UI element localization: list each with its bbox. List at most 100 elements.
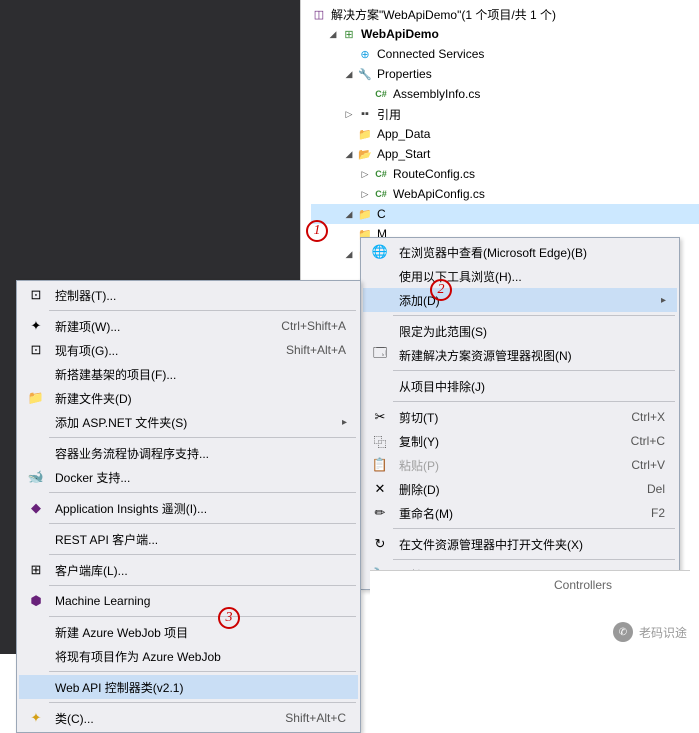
menu-view-in-browser[interactable]: 🌐 在浏览器中查看(Microsoft Edge)(B) [363,240,677,264]
connected-services-node[interactable]: ⊕ Connected Services [311,44,699,64]
menu-docker-support[interactable]: 🐋 Docker 支持... [19,465,358,489]
menu-separator [49,523,356,524]
watermark: ✆ 老码识途 [613,622,687,642]
menu-delete[interactable]: ✕ 删除(D) Del [363,477,677,501]
solution-node[interactable]: ◫ 解决方案"WebApiDemo"(1 个项目/共 1 个) [311,4,699,24]
menu-cut[interactable]: ✂ 剪切(T) Ctrl+X [363,405,677,429]
menu-separator [49,437,356,438]
references-node[interactable]: ▷ ▪▪ 引用 [311,104,699,124]
watermark-text: 老码识途 [639,624,687,641]
menu-separator [393,315,675,316]
menu-rest-api[interactable]: REST API 客户端... [19,527,358,551]
menu-rename[interactable]: ✏ 重命名(M) F2 [363,501,677,525]
webapiconfig-node[interactable]: ▷ C# WebApiConfig.cs [311,184,699,204]
folder-icon: 📁 [357,206,373,222]
context-menu-main: 🌐 在浏览器中查看(Microsoft Edge)(B) 使用以下工具浏览(H)… [360,237,680,590]
folder-icon: 📂 [357,146,373,162]
existing-item-icon: ⊡ [23,342,49,358]
properties-node[interactable]: ◢ 🔧 Properties [311,64,699,84]
menu-app-insights[interactable]: ◆ Application Insights 遥测(I)... [19,496,358,520]
expander-icon[interactable]: ◢ [343,68,355,80]
new-view-icon: 🗔 [367,344,393,366]
menu-exclude[interactable]: 从项目中排除(J) [363,374,677,398]
menu-separator [49,492,356,493]
menu-browse-with[interactable]: 使用以下工具浏览(H)... [363,264,677,288]
routeconfig-node[interactable]: ▷ C# RouteConfig.cs [311,164,699,184]
properties-panel: Controllers [370,570,690,599]
solution-tree: ◫ 解决方案"WebApiDemo"(1 个项目/共 1 个) ◢ ⊞ WebA… [301,0,699,264]
menu-scaffold[interactable]: 新搭建基架的项目(F)... [19,362,358,386]
menu-separator [49,671,356,672]
rename-icon: ✏ [367,505,393,521]
expander-spacer [359,88,371,100]
insights-icon: ◆ [23,500,49,516]
menu-separator [393,528,675,529]
folder-icon: 📁 [357,126,373,142]
cs-file-icon: C# [373,186,389,202]
submenu-arrow-icon: ▸ [661,295,673,306]
property-row[interactable]: Controllers [374,575,686,595]
controllers-label: C [377,207,386,221]
menu-new-item[interactable]: ✦ 新建项(W)... Ctrl+Shift+A [19,314,358,338]
menu-separator [49,702,356,703]
menu-existing-item[interactable]: ⊡ 现有项(G)... Shift+Alt+A [19,338,358,362]
expander-icon[interactable]: ▷ [343,108,355,120]
references-icon: ▪▪ [357,106,373,122]
copy-icon: ⿻ [367,432,393,451]
menu-new-azure-webjob[interactable]: 新建 Azure WebJob 项目 [19,620,358,644]
menu-new-solution-view[interactable]: 🗔 新建解决方案资源管理器视图(N) [363,343,677,367]
expander-icon[interactable]: ◢ [343,248,355,260]
assemblyinfo-label: AssemblyInfo.cs [393,87,480,101]
menu-scope-to-this[interactable]: 限定为此范围(S) [363,319,677,343]
client-lib-icon: ⊞ [23,562,49,578]
assemblyinfo-node[interactable]: C# AssemblyInfo.cs [311,84,699,104]
webapiconfig-label: WebApiConfig.cs [393,187,485,201]
property-value: Controllers [554,578,612,592]
add-submenu: ⊡ 控制器(T)... ✦ 新建项(W)... Ctrl+Shift+A ⊡ 现… [16,280,361,733]
ml-icon: ⬢ [23,593,49,609]
docker-icon: 🐋 [23,469,49,485]
menu-client-library[interactable]: ⊞ 客户端库(L)... [19,558,358,582]
expander-icon[interactable]: ◢ [327,28,339,40]
paste-icon: 📋 [367,457,393,473]
class-icon: ✦ [23,710,49,726]
menu-copy[interactable]: ⿻ 复制(Y) Ctrl+C [363,429,677,453]
menu-controller[interactable]: ⊡ 控制器(T)... [19,283,358,307]
expander-icon[interactable]: ▷ [359,168,371,180]
menu-open-in-explorer[interactable]: ↻ 在文件资源管理器中打开文件夹(X) [363,532,677,556]
connected-services-icon: ⊕ [357,46,373,62]
menu-aspnet-folder[interactable]: 添加 ASP.NET 文件夹(S) ▸ [19,410,358,434]
menu-separator [49,554,356,555]
csharp-project-icon: ⊞ [341,26,357,42]
menu-separator [393,401,675,402]
references-label: 引用 [377,106,401,123]
project-node[interactable]: ◢ ⊞ WebApiDemo [311,24,699,44]
menu-paste: 📋 粘贴(P) Ctrl+V [363,453,677,477]
routeconfig-label: RouteConfig.cs [393,167,475,181]
new-item-icon: ✦ [23,318,49,334]
controller-icon: ⊡ [23,287,49,303]
menu-container-support[interactable]: 容器业务流程协调程序支持... [19,441,358,465]
solution-title: 解决方案"WebApiDemo"(1 个项目/共 1 个) [331,6,556,23]
menu-new-folder[interactable]: 📁 新建文件夹(D) [19,386,358,410]
project-name: WebApiDemo [361,27,439,41]
cs-file-icon: C# [373,86,389,102]
expander-icon[interactable]: ◢ [343,148,355,160]
new-folder-icon: 📁 [23,390,49,406]
controllers-node[interactable]: ◢ 📁 C [311,204,699,224]
expander-icon[interactable]: ◢ [343,208,355,220]
appstart-node[interactable]: ◢ 📂 App_Start [311,144,699,164]
connected-services-label: Connected Services [377,47,484,61]
cs-file-icon: C# [373,166,389,182]
menu-machine-learning[interactable]: ⬢ Machine Learning [19,589,358,613]
menu-class[interactable]: ✦ 类(C)... Shift+Alt+C [19,706,358,730]
expander-spacer [343,228,355,240]
menu-existing-azure-webjob[interactable]: 将现有项目作为 Azure WebJob [19,644,358,668]
appdata-node[interactable]: 📁 App_Data [311,124,699,144]
menu-web-api-controller-class[interactable]: Web API 控制器类(v2.1) [19,675,358,699]
expander-spacer [343,48,355,60]
appstart-label: App_Start [377,147,430,161]
menu-separator [49,310,356,311]
menu-add[interactable]: 添加(D) ▸ [363,288,677,312]
expander-icon[interactable]: ▷ [359,188,371,200]
